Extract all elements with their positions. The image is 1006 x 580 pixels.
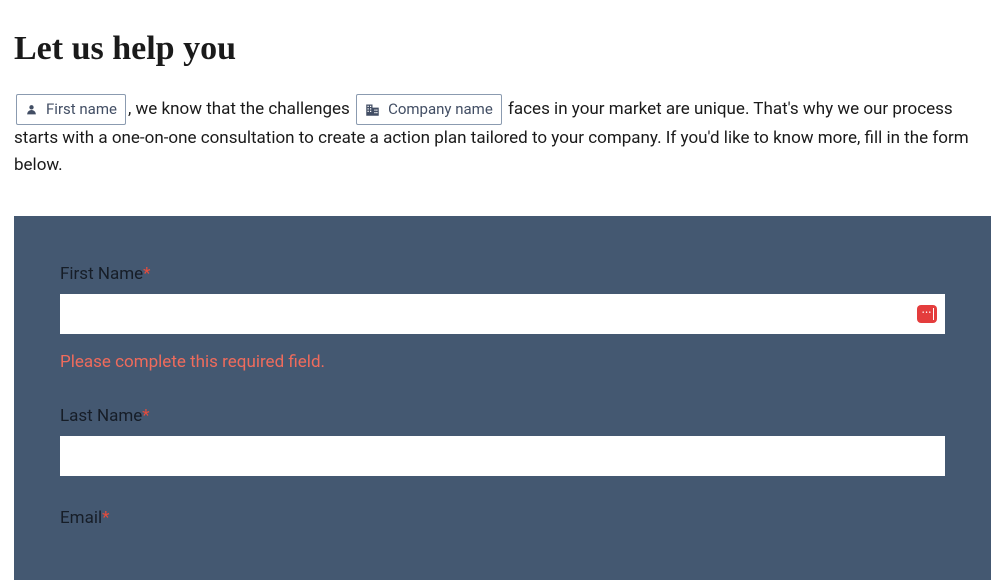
page-title: Let us help you — [14, 30, 1006, 68]
last-name-input[interactable] — [60, 436, 945, 476]
token-label: Company name — [388, 98, 493, 121]
error-message: Please complete this required field. — [60, 352, 945, 372]
first-name-token: First name — [16, 94, 126, 125]
label-text: Email — [60, 508, 102, 528]
building-icon — [365, 103, 380, 116]
company-name-token: Company name — [356, 94, 502, 125]
required-asterisk: * — [102, 508, 109, 528]
label-text: First Name — [60, 264, 143, 284]
label-text: Last Name — [60, 406, 142, 426]
token-label: First name — [46, 98, 117, 121]
last-name-field: Last Name* — [60, 406, 945, 476]
email-field: Email* — [60, 508, 945, 528]
user-icon — [25, 103, 38, 116]
input-wrapper — [60, 294, 945, 334]
last-name-label: Last Name* — [60, 406, 945, 426]
first-name-field: First Name* Please complete this require… — [60, 264, 945, 372]
intro-paragraph: First name , we know that the challenges… — [14, 94, 992, 178]
email-label: Email* — [60, 508, 945, 528]
form-panel: First Name* Please complete this require… — [14, 216, 991, 580]
password-manager-icon[interactable] — [917, 305, 937, 323]
first-name-input[interactable] — [60, 294, 945, 334]
required-asterisk: * — [142, 406, 149, 426]
required-asterisk: * — [143, 264, 150, 284]
input-wrapper — [60, 436, 945, 476]
intro-text-1: , we know that the challenges — [128, 99, 354, 119]
first-name-label: First Name* — [60, 264, 945, 284]
